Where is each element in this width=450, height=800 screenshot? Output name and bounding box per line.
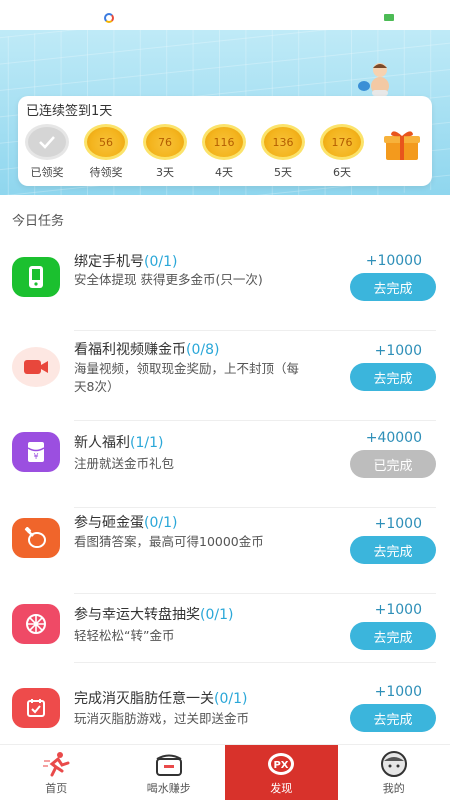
- task-completed-button[interactable]: 已完成: [350, 450, 436, 478]
- task-title-text: 看福利视频赚金币: [74, 342, 186, 358]
- checkin-day-label: 4天: [215, 166, 233, 179]
- task-description: 海量视频，领取现金奖励，上不封顶（每天8次）: [74, 361, 300, 394]
- divider: [74, 330, 436, 331]
- task-reward: +1000: [374, 516, 422, 532]
- checkin-day-label: 3天: [156, 166, 174, 179]
- svg-text:PX: PX: [274, 760, 289, 771]
- coin-icon: 116: [202, 124, 246, 160]
- nav-item-home[interactable]: 首页: [0, 745, 113, 800]
- task-item: 参与砸金蛋(0/1) 看图猜答案，最高可得10000金币 +1000 去完成: [0, 508, 450, 594]
- checkin-day-label: 待领奖: [89, 166, 123, 179]
- nav-label: 喝水赚步: [146, 781, 191, 795]
- checkin-day-1[interactable]: 已领奖: [23, 124, 71, 180]
- task-reward: +40000: [365, 430, 422, 446]
- task-reward: +1000: [374, 684, 422, 700]
- task-description: 看图猜答案，最高可得10000金币: [74, 534, 264, 549]
- checkin-day-2[interactable]: 56 待领奖: [82, 124, 130, 180]
- golden-egg-icon: [12, 518, 60, 558]
- checkin-card: 已连续签到1天 已领奖 56 待领奖 76 3天 116 4天 136 5天 1…: [18, 96, 432, 186]
- checkin-day-4[interactable]: 116 4天: [200, 124, 248, 180]
- nav-label: 首页: [45, 781, 68, 795]
- task-title: 看福利视频赚金币(0/8): [74, 339, 219, 359]
- task-item: 看福利视频赚金币(0/8) 海量视频，领取现金奖励，上不封顶（每天8次） +10…: [0, 335, 450, 421]
- nav-item-mine[interactable]: 我的: [338, 745, 450, 800]
- checkin-streak-title: 已连续签到1天: [26, 104, 113, 119]
- task-go-complete-button[interactable]: 去完成: [350, 704, 436, 732]
- cup-icon: [153, 750, 185, 778]
- battery-icon: [384, 14, 394, 21]
- task-title-text: 绑定手机号: [74, 254, 144, 270]
- coin-icon: 56: [84, 124, 128, 160]
- task-title-text: 参与幸运大转盘抽奖: [74, 607, 200, 623]
- svg-text:¥: ¥: [33, 452, 38, 461]
- checkmark-icon: [25, 124, 69, 160]
- task-title: 绑定手机号(0/1): [74, 251, 177, 271]
- lucky-wheel-icon: [12, 604, 60, 644]
- task-reward: +10000: [365, 253, 422, 269]
- profile-avatar-icon: [378, 750, 410, 778]
- checkin-day-6[interactable]: 176 6天: [318, 124, 366, 180]
- app-status-icon: [104, 13, 114, 23]
- task-title: 完成消灭脂肪任意一关(0/1): [74, 688, 247, 708]
- gift-box-icon[interactable]: [383, 128, 421, 162]
- divider: [74, 662, 436, 663]
- nav-label: 我的: [382, 781, 405, 795]
- task-item: 绑定手机号(0/1) 安全体提现 获得更多金币(只一次) +10000 去完成: [0, 245, 450, 331]
- task-go-complete-button[interactable]: 去完成: [350, 363, 436, 391]
- coin-icon: 136: [261, 124, 305, 160]
- task-progress-count: (0/1): [200, 607, 234, 623]
- task-item: 参与幸运大转盘抽奖(0/1) 轻轻松松“转”金币 +1000 去完成: [0, 594, 450, 680]
- task-title-text: 参与砸金蛋: [74, 515, 144, 531]
- nav-item-drink-water[interactable]: 喝水赚步: [113, 745, 226, 800]
- task-progress-count: (0/1): [214, 691, 248, 707]
- nav-label: 发现: [270, 781, 293, 795]
- checkin-day-label: 已领奖: [30, 166, 64, 179]
- checkin-day-label: 6天: [333, 166, 351, 179]
- task-description: 轻轻松松“转”金币: [74, 628, 175, 643]
- task-reward: +1000: [374, 343, 422, 359]
- coin-icon: 176: [320, 124, 364, 160]
- checkin-day-5[interactable]: 136 5天: [259, 124, 307, 180]
- task-description: 玩消灭脂肪游戏，过关即送金币: [74, 711, 250, 726]
- task-description: 安全体提现 获得更多金币(只一次): [74, 272, 263, 287]
- task-reward: +1000: [374, 602, 422, 618]
- mascot-illustration-icon: [358, 63, 389, 96]
- task-title: 新人福利(1/1): [74, 432, 163, 452]
- status-bar: [0, 0, 450, 30]
- task-item: ¥ 新人福利(1/1) 注册就送金币礼包 +40000 已完成: [0, 422, 450, 508]
- task-title: 参与砸金蛋(0/1): [74, 512, 177, 532]
- task-progress-count: (0/1): [144, 515, 178, 531]
- runner-icon: [40, 750, 72, 778]
- nav-item-discover[interactable]: PX 发现: [225, 745, 338, 800]
- task-progress-count: (1/1): [130, 435, 164, 451]
- task-title: 参与幸运大转盘抽奖(0/1): [74, 604, 233, 624]
- task-go-complete-button[interactable]: 去完成: [350, 536, 436, 564]
- coin-icon: 76: [143, 124, 187, 160]
- task-go-complete-button[interactable]: 去完成: [350, 273, 436, 301]
- task-go-complete-button[interactable]: 去完成: [350, 622, 436, 650]
- px-logo-icon: PX: [265, 750, 297, 778]
- task-progress-count: (0/1): [144, 254, 178, 270]
- game-task-icon: [12, 688, 60, 728]
- red-packet-icon: ¥: [12, 432, 60, 472]
- bottom-nav: 首页 喝水赚步 PX 发现 我的: [0, 744, 450, 800]
- section-title-today-tasks: 今日任务: [12, 214, 65, 229]
- task-title-text: 完成消灭脂肪任意一关: [74, 691, 214, 707]
- task-progress-count: (0/8): [186, 342, 220, 358]
- task-title-text: 新人福利: [74, 435, 130, 451]
- phone-icon: [12, 257, 60, 297]
- video-camera-icon: [12, 347, 60, 387]
- task-description: 注册就送金币礼包: [74, 456, 175, 471]
- checkin-day-label: 5天: [274, 166, 292, 179]
- divider: [74, 420, 436, 421]
- checkin-day-3[interactable]: 76 3天: [141, 124, 189, 180]
